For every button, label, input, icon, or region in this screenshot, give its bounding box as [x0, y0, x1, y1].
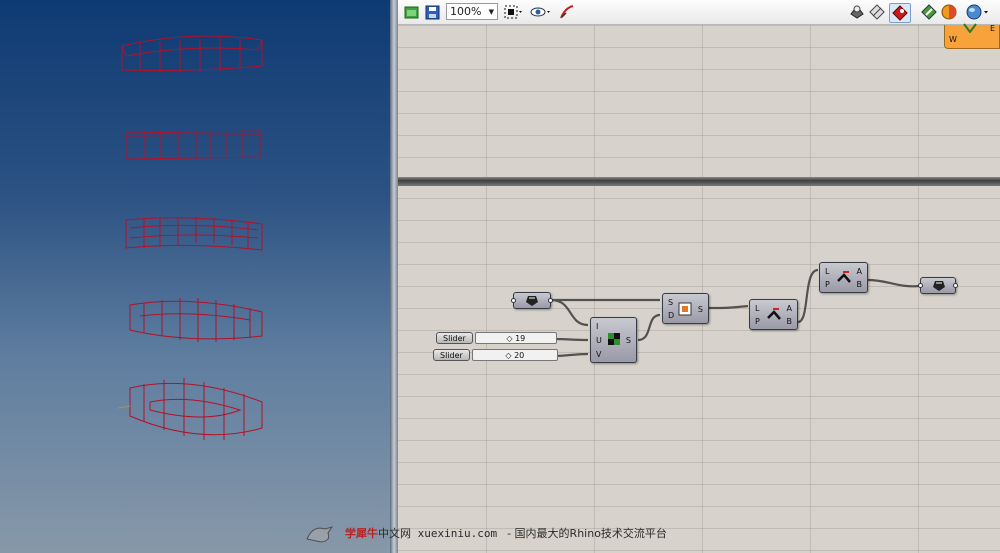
slider-label: Slider [433, 349, 470, 361]
slider-track[interactable]: ◇ 19 [474, 332, 557, 344]
number-slider-2[interactable]: Slider ◇ 20 [433, 348, 558, 362]
output-grip[interactable] [953, 283, 958, 288]
wireframe-model-4 [129, 298, 263, 342]
output-geometry-param[interactable] [918, 277, 958, 294]
port-i: I [596, 322, 599, 331]
arrow-split-icon [767, 308, 781, 320]
geometry-icon [933, 281, 945, 291]
port-a: A [786, 304, 792, 313]
shift-list-component-2[interactable]: L P A B [819, 262, 868, 293]
output-grip[interactable] [548, 298, 553, 303]
wires [550, 268, 920, 358]
port-p: P [825, 280, 830, 289]
grasshopper-editor: 100% ▼ W E Slider ◇ 19 Slider ◇ 20 I U V… [398, 0, 1000, 553]
wire-loft2-to-out [867, 278, 920, 288]
surface-grid-icon [608, 333, 620, 345]
port-v: V [596, 350, 602, 359]
port-u: U [596, 336, 602, 345]
wire-geometry-to-grid [550, 298, 589, 327]
port-d: D [668, 311, 675, 320]
port-s-out: S [697, 305, 703, 314]
geometry-param[interactable] [511, 292, 553, 309]
slider-value: 19 [515, 333, 526, 343]
surface-icon [678, 302, 692, 316]
geometry-icon [526, 296, 538, 306]
port-b: B [856, 280, 863, 289]
wireframe-model-3 [125, 217, 263, 251]
input-grip[interactable] [918, 283, 923, 288]
wire-slider1-to-grid [552, 337, 589, 342]
port-s: S [625, 336, 631, 345]
wire-grid-to-srf [637, 313, 661, 342]
number-slider-1[interactable]: Slider ◇ 19 [436, 331, 557, 345]
watermark-site: 中文网 xuexiniu.com [378, 527, 498, 540]
wire-loft1-to-loft2 [797, 268, 819, 324]
shift-list-component-1[interactable]: L P A B [749, 299, 798, 330]
rhino-viewport[interactable] [0, 0, 390, 553]
wire-srf-to-loft1 [708, 304, 749, 310]
wireframe-models [117, 35, 263, 440]
wireframe-model-2 [125, 130, 261, 160]
watermark: 学犀牛 中文网 xuexiniu.com - 国内最大的Rhino技术交流平台 [305, 518, 785, 548]
rhino-logo-icon [306, 526, 334, 543]
window-divider[interactable] [390, 0, 398, 553]
wireframe-model-5 [117, 378, 263, 440]
port-l: L [825, 267, 830, 276]
wire-slider2-to-grid [553, 352, 589, 358]
arrow-split-icon [837, 271, 851, 283]
wireframe-model-1 [121, 35, 263, 72]
port-a: A [856, 267, 862, 276]
port-p: P [755, 317, 760, 326]
watermark-tagline: - 国内最大的Rhino技术交流平台 [507, 527, 667, 540]
port-s: S [668, 298, 674, 307]
port-l: L [755, 304, 760, 313]
input-grip[interactable] [511, 298, 516, 303]
slider-label: Slider [436, 332, 473, 344]
surface-component[interactable]: S D S [662, 293, 709, 324]
slider-value: 20 [514, 350, 525, 360]
watermark-brand: 学犀牛 [345, 527, 378, 540]
slider-track[interactable]: ◇ 20 [471, 349, 558, 361]
surface-from-points-component[interactable]: I U V S [590, 317, 637, 363]
port-b: B [786, 317, 793, 326]
